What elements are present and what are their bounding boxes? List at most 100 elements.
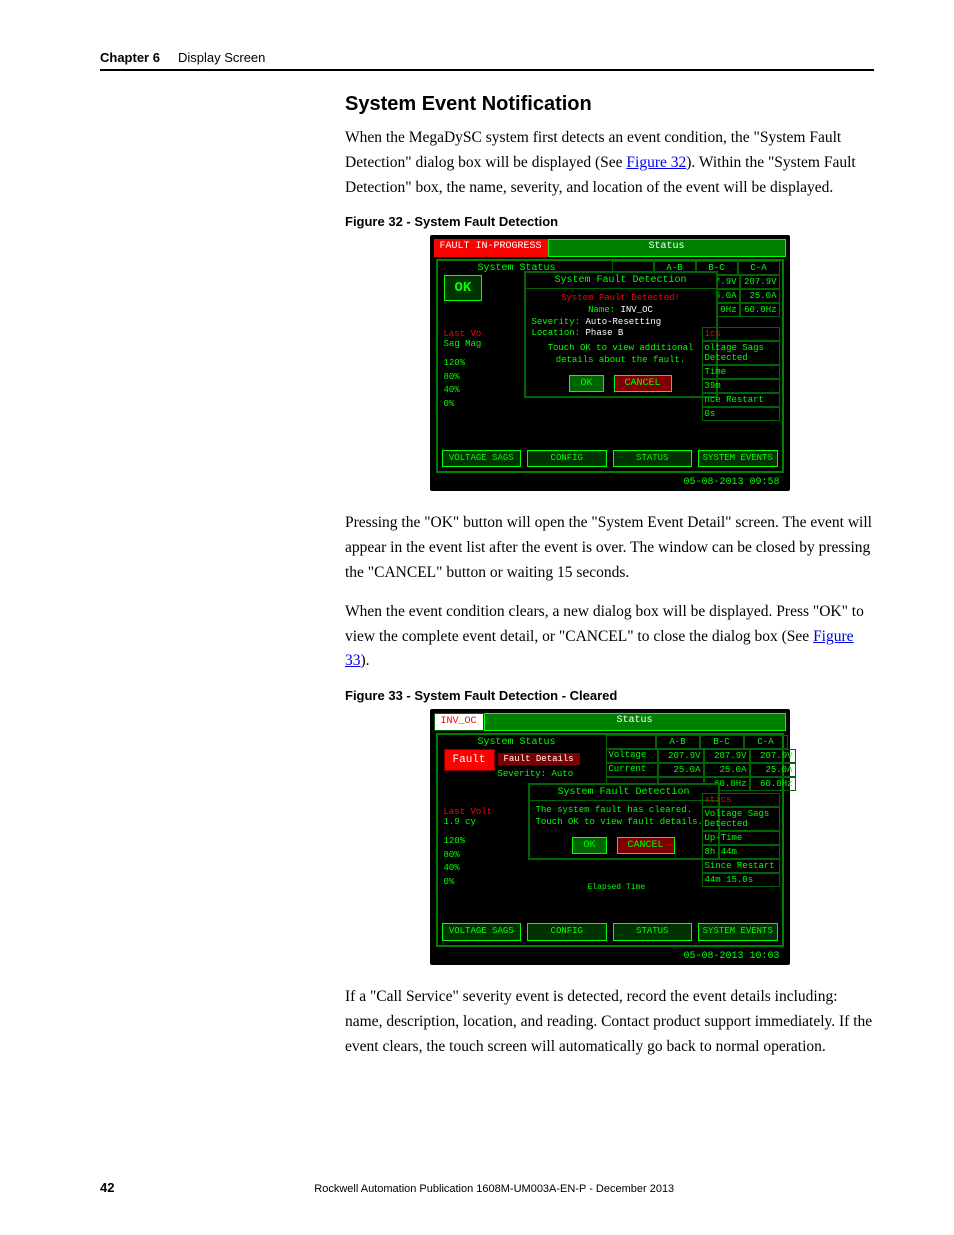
paragraph-3: When the event condition clears, a new d… [345,600,874,674]
timestamp-2: 05-08-2013 10:03 [434,949,786,964]
v2-bc: 207.9V [704,749,750,763]
y80: 80% [444,371,466,385]
nav-config-2[interactable]: CONFIG [527,923,607,941]
col-blank-2 [606,735,656,749]
dialog-detected: System Fault Detected! [532,293,710,305]
nav-bar-2: VOLTAGE SAGS CONFIG STATUS SYSTEM EVENTS [442,923,778,941]
fault-status-box: Fault [444,749,495,771]
dialog-ok-button[interactable]: OK [569,375,603,392]
voltage-label: Voltage [606,749,658,763]
nav-status-2[interactable]: STATUS [613,923,693,941]
side-sags: oltage Sags Detected [702,341,780,365]
name-value: INV_OC [621,305,653,315]
side-uptime-label: Up-Time [702,831,780,845]
paragraph-2: Pressing the "OK" button will open the "… [345,511,874,585]
intro-paragraph: When the MegaDySC system first detects a… [345,126,874,200]
left-fragment-2: Last Volt 1.9 cy [444,807,493,827]
v2-ab: 207.9V [658,749,704,763]
phase-columns-2: A-B B-C C-A [606,735,788,749]
sev-label: Severity: [532,317,581,327]
section-heading: System Event Notification [345,93,874,116]
name-label: Name: [588,305,615,315]
left-fragment: Last Vo Sag Mag [444,329,482,349]
nav-voltage-sags-2[interactable]: VOLTAGE SAGS [442,923,522,941]
side-info-2: stics Voltage Sags Detected Up-Time 8h 4… [702,793,780,887]
loc-value: Phase B [586,328,624,338]
chapter-label: Chapter 6 [100,50,160,65]
nav-voltage-sags[interactable]: VOLTAGE SAGS [442,450,522,468]
header-rule [100,69,874,71]
dialog2-ok-button[interactable]: OK [572,837,606,854]
y40: 40% [444,384,466,398]
figure32-link[interactable]: Figure 32 [626,154,686,171]
nav-system-events[interactable]: SYSTEM EVENTS [698,450,778,468]
y40-2: 40% [444,862,466,876]
y80-2: 80% [444,849,466,863]
last-vo: Last Vo [444,329,482,339]
dialog-cancel-button[interactable]: CANCEL [614,375,672,392]
ok-status-box: OK [444,275,483,301]
figure33-caption: Figure 33 - System Fault Detection - Cle… [345,688,874,703]
fault-dialog: System Fault Detection System Fault Dete… [524,271,718,397]
status-tab[interactable]: Status [548,239,786,257]
side-info: ics oltage Sags Detected Time 39m nce Re… [702,327,780,421]
nav-bar: VOLTAGE SAGS CONFIG STATUS SYSTEM EVENTS [442,450,778,468]
side-since-label: Since Restart [702,859,780,873]
a-ca: 25.0A [740,289,780,303]
dialog2-title: System Fault Detection [530,785,718,801]
side-ics: ics [702,327,780,341]
col-ab-2: A-B [656,735,700,749]
col-bc-2: B-C [700,735,744,749]
y0-2: 0% [444,876,466,890]
fault-banner: FAULT IN-PROGRESS [434,239,548,257]
dialog-title: System Fault Detection [526,273,716,289]
side-time-value: 39m [702,379,780,393]
y-axis-2: 120% 80% 40% 0% [444,835,466,889]
figure32-caption: Figure 32 - System Fault Detection [345,214,874,229]
nav-system-events-2[interactable]: SYSTEM EVENTS [698,923,778,941]
inv-banner: INV_OC [434,713,484,731]
y0: 0% [444,398,466,412]
side-uptime-value: 8h 44m [702,845,780,859]
side-restart-label: nce Restart [702,393,780,407]
status-tab-2[interactable]: Status [484,713,786,731]
nav-status[interactable]: STATUS [613,450,693,468]
chapter-title: Display Screen [178,50,265,65]
side-restart-value: 0s [702,407,780,421]
dialog2-cancel-button[interactable]: CANCEL [617,837,675,854]
cleared-dialog: System Fault Detection The system fault … [528,783,720,859]
side-time-label: Time [702,365,780,379]
v-ca: 207.9V [740,275,780,289]
a2-ab: 25.0A [658,763,704,777]
hz-ca: 60.0Hz [740,303,780,317]
page-header: Chapter 6 Display Screen [100,50,874,65]
sag-mag: Sag Mag [444,339,482,349]
paragraph-4: If a "Call Service" severity event is de… [345,985,874,1059]
v2-ca: 207.9V [750,749,796,763]
side-sags-2: Voltage Sags Detected [702,807,780,831]
figure32-screenshot: FAULT IN-PROGRESS Status System Status O… [430,235,790,491]
loc-label: Location: [532,328,581,338]
system-status-label-2: System Status [478,737,556,748]
y120-2: 120% [444,835,466,849]
page-number: 42 [100,1180,114,1195]
dialog2-msg: The system fault has cleared. Touch OK t… [536,805,712,828]
a2-ca: 25.0A [750,763,796,777]
col-ca: C-A [738,261,780,275]
sev-value: Auto-Resetting [586,317,662,327]
side-stics: stics [702,793,780,807]
para3-b: ). [361,652,370,669]
y120: 120% [444,357,466,371]
cycles: 1.9 cy [444,817,493,827]
page-footer: 42 Rockwell Automation Publication 1608M… [100,1180,874,1195]
publication-info: Rockwell Automation Publication 1608M-UM… [114,1183,874,1195]
y-axis: 120% 80% 40% 0% [444,357,466,411]
nav-config[interactable]: CONFIG [527,450,607,468]
elapsed-time-label: Elapsed Time [588,883,646,892]
fault-details-label: Fault Details [498,753,580,765]
para3-a: When the event condition clears, a new d… [345,603,864,645]
col-ca-2: C-A [744,735,788,749]
timestamp: 05-08-2013 09:58 [434,475,786,490]
severity-line: Severity: Auto [498,769,574,779]
hz2-ca: 60.0Hz [750,777,796,791]
